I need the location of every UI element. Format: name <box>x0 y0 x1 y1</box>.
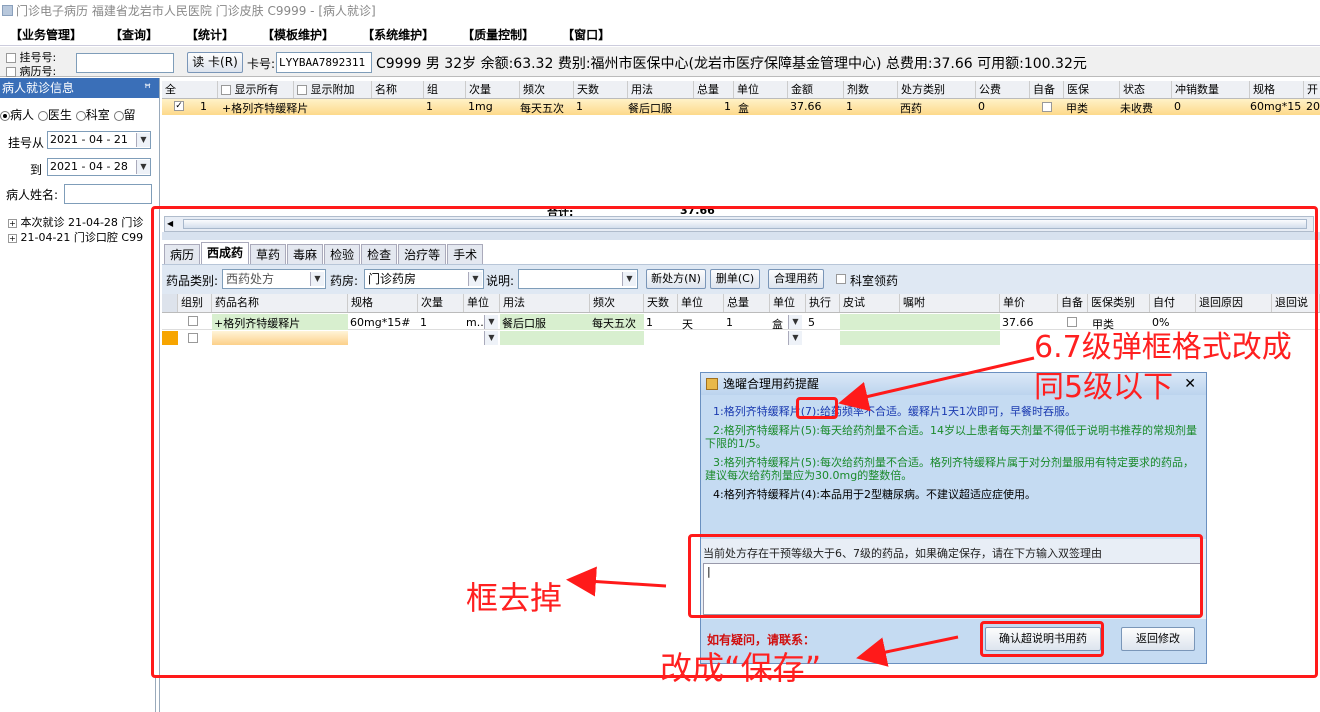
arrow-to-button <box>856 635 959 667</box>
arrow-to-reason-box <box>566 566 667 597</box>
annotation-remove-box: 框去掉 <box>466 579 563 617</box>
annotation-level-note: 6.7级弹框格式改成同5级以下 <box>1034 330 1292 405</box>
annotation-rename-save: 改成“保存” <box>660 649 822 687</box>
arrow-to-level <box>838 356 1035 412</box>
